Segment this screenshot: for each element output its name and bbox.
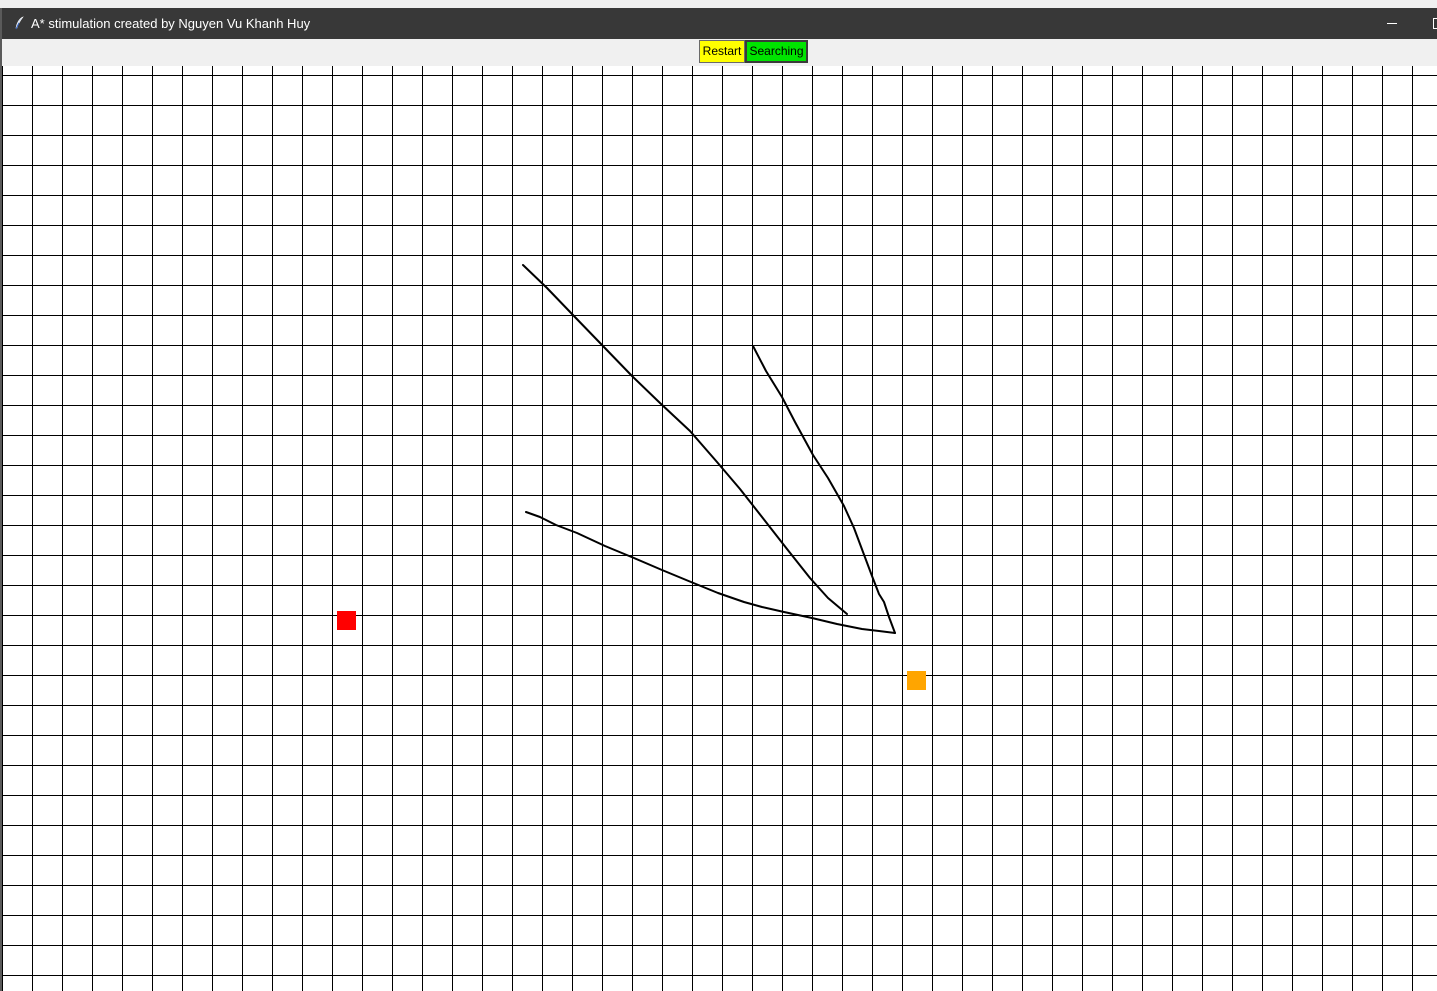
freehand-drawing	[522, 264, 896, 634]
app-window: A* stimulation created by Nguyen Vu Khan…	[0, 0, 1437, 991]
grid-canvas[interactable]	[2, 66, 1437, 991]
end-node[interactable]	[907, 671, 926, 690]
drawn-stroke-3	[525, 511, 896, 634]
maximize-button[interactable]	[1414, 8, 1437, 39]
title-bar[interactable]: A* stimulation created by Nguyen Vu Khan…	[2, 8, 1437, 39]
minimize-button[interactable]	[1368, 8, 1414, 39]
start-node[interactable]	[337, 611, 356, 630]
drawn-stroke-2	[752, 345, 896, 634]
toolbar: Restart Searching	[2, 39, 1437, 66]
window-title: A* stimulation created by Nguyen Vu Khan…	[31, 16, 311, 31]
restart-button[interactable]: Restart	[699, 40, 745, 63]
searching-button[interactable]: Searching	[745, 40, 808, 63]
drawn-stroke-1	[522, 264, 848, 615]
feather-icon	[14, 16, 26, 30]
